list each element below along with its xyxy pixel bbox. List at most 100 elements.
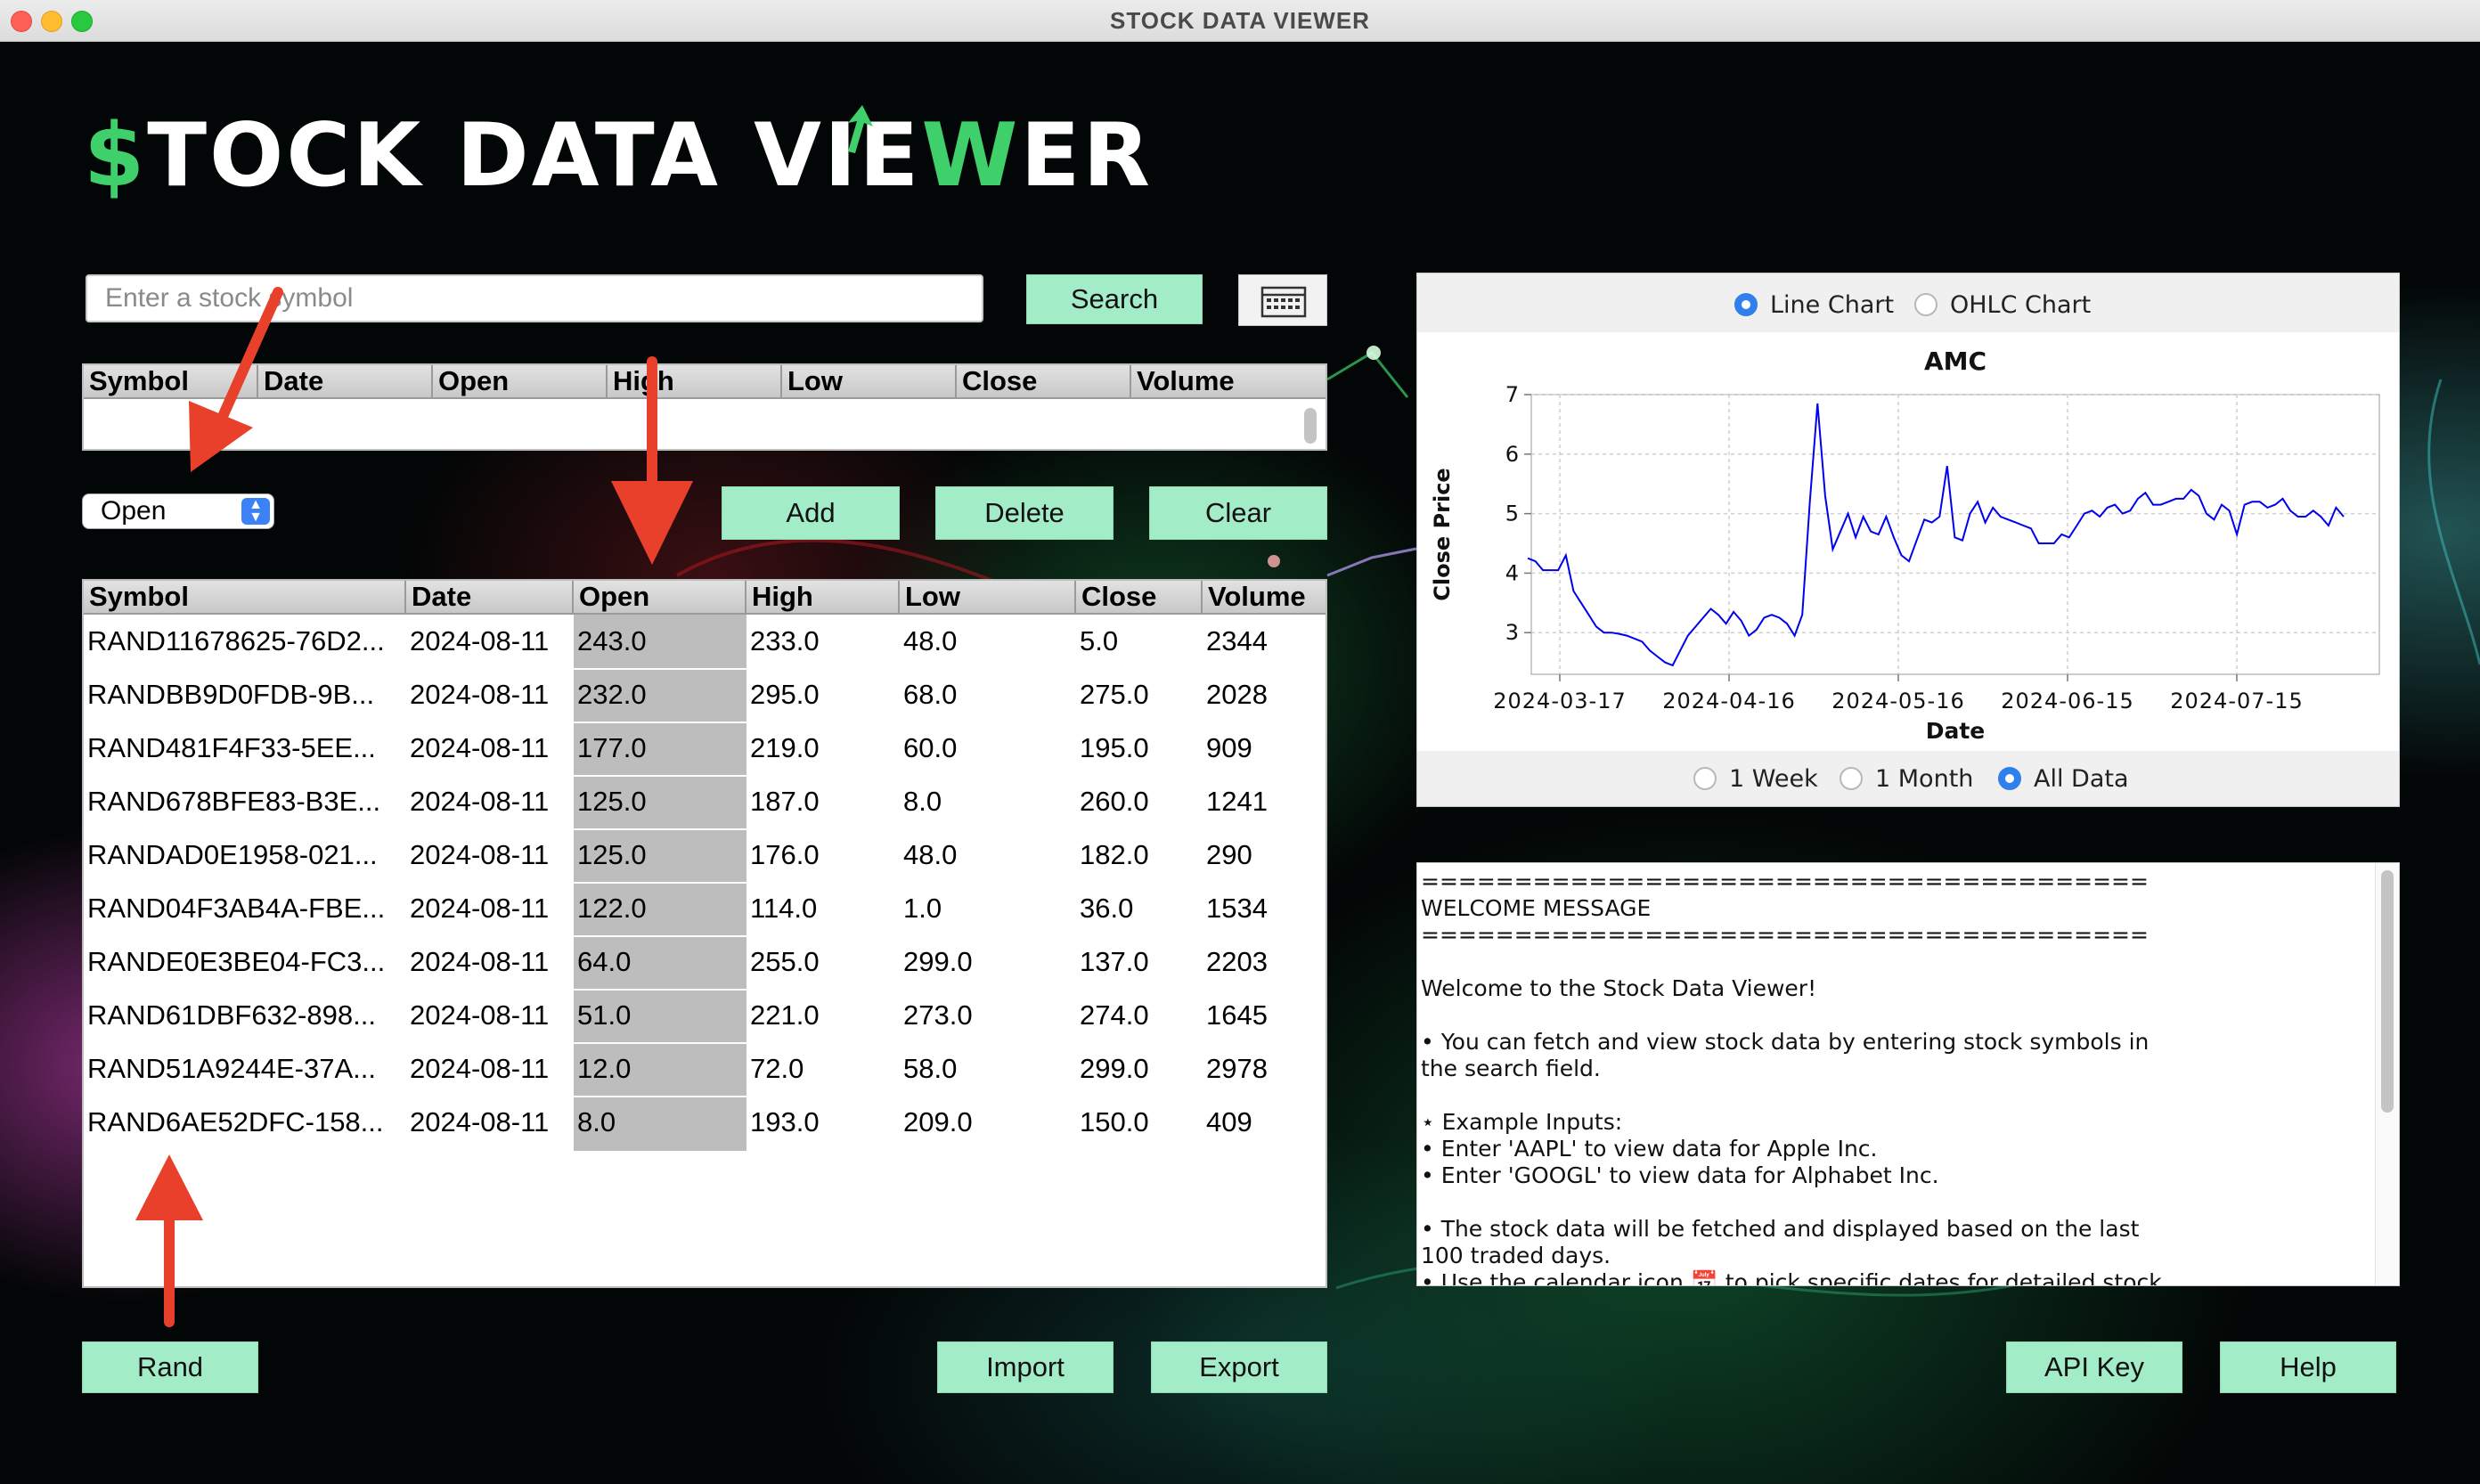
column-header-low[interactable]: Low bbox=[900, 581, 1076, 615]
help-button[interactable]: Help bbox=[2220, 1341, 2396, 1393]
table-row[interactable]: RANDBB9D0FDB-9B... 2024-08-11 232.0 295.0 68… bbox=[84, 668, 1326, 722]
cell-close: 299.0 bbox=[1080, 1053, 1149, 1084]
cell-symbol: RANDBB9D0FDB-9B... bbox=[87, 679, 375, 710]
cell-close: 5.0 bbox=[1080, 625, 1119, 656]
cell-open: 177.0 bbox=[577, 732, 647, 763]
y-tick-label: 5 bbox=[1505, 501, 1519, 526]
one-week-radio[interactable] bbox=[1693, 767, 1717, 790]
ohlc-chart-label[interactable]: OHLC Chart bbox=[1950, 291, 2091, 319]
cell-close: 137.0 bbox=[1080, 946, 1149, 977]
message-line: • You can fetch and view stock data by e… bbox=[1421, 1029, 2150, 1055]
x-tick-label: 2024-05-16 bbox=[1831, 689, 1964, 713]
column-header-high[interactable]: High bbox=[746, 581, 900, 615]
table-row[interactable]: RAND6AE52DFC-158... 2024-08-11 8.0 193.0 209… bbox=[84, 1096, 1326, 1149]
cell-volume: 1534 bbox=[1206, 893, 1268, 924]
cell-date: 2024-08-11 bbox=[410, 786, 550, 817]
column-header-open[interactable]: Open bbox=[433, 365, 608, 399]
y-tick-label: 7 bbox=[1505, 382, 1519, 407]
top-table-scrollbar[interactable] bbox=[1304, 408, 1317, 444]
cell-open: 232.0 bbox=[577, 679, 647, 710]
import-button[interactable]: Import bbox=[937, 1341, 1114, 1393]
table-row[interactable]: RAND61DBF632-898... 2024-08-11 51.0 221.0 27… bbox=[84, 989, 1326, 1042]
cell-symbol: RANDAD0E1958-021... bbox=[87, 839, 378, 870]
cell-low: 68.0 bbox=[903, 679, 958, 710]
column-header-date[interactable]: Date bbox=[406, 581, 574, 615]
cell-close: 36.0 bbox=[1080, 893, 1134, 924]
one-month-radio[interactable] bbox=[1840, 767, 1863, 790]
rand-button[interactable]: Rand bbox=[82, 1341, 258, 1393]
cell-low: 60.0 bbox=[903, 732, 958, 763]
line-chart-radio[interactable] bbox=[1734, 293, 1758, 316]
table-row[interactable]: RANDAD0E1958-021... 2024-08-11 125.0 176.0 4… bbox=[84, 828, 1326, 882]
table-row[interactable]: RANDE0E3BE04-FC3... 2024-08-11 64.0 255.0 29… bbox=[84, 935, 1326, 989]
cell-date: 2024-08-11 bbox=[410, 999, 550, 1031]
sort-column-dropdown[interactable]: Open ▲ ▼ bbox=[82, 493, 274, 529]
cell-symbol: RAND51A9244E-37A... bbox=[87, 1053, 376, 1084]
cell-close: 275.0 bbox=[1080, 679, 1149, 710]
stock-data-table[interactable]: Symbol Date Open High Low Close Volume R… bbox=[82, 579, 1327, 1288]
sort-column-selected: Open bbox=[101, 496, 167, 526]
add-button[interactable]: Add bbox=[722, 486, 900, 540]
cell-close: 182.0 bbox=[1080, 839, 1149, 870]
column-header-open[interactable]: Open bbox=[574, 581, 746, 615]
cell-volume: 2344 bbox=[1206, 625, 1268, 656]
cell-open: 243.0 bbox=[577, 625, 647, 656]
table-row[interactable]: RAND04F3AB4A-FBE... 2024-08-11 122.0 114.0 1… bbox=[84, 882, 1326, 935]
line-chart-label[interactable]: Line Chart bbox=[1770, 291, 1894, 319]
all-data-radio[interactable] bbox=[1998, 767, 2021, 790]
one-week-label[interactable]: 1 Week bbox=[1729, 765, 1818, 793]
price-chart: AMC 3 4 5 6 7 2024-03-17 2024-04-16 2024-05-16 20… bbox=[1417, 332, 2399, 751]
column-header-close[interactable]: Close bbox=[957, 365, 1131, 399]
y-axis-label: Close Price bbox=[1430, 468, 1455, 600]
message-line: • The stock data will be fetched and dis… bbox=[1421, 1216, 2140, 1242]
api-key-button[interactable]: API Key bbox=[2006, 1341, 2182, 1393]
table-row[interactable]: RAND11678625-76D2... 2024-08-11 243.0 233.0… bbox=[84, 615, 1326, 668]
message-scrollbar[interactable] bbox=[2375, 863, 2399, 1285]
message-line: WELCOME MESSAGE bbox=[1421, 895, 1652, 921]
cell-date: 2024-08-11 bbox=[410, 1106, 550, 1137]
all-data-label[interactable]: All Data bbox=[2034, 765, 2129, 793]
clear-button[interactable]: Clear bbox=[1149, 486, 1327, 540]
column-header-volume[interactable]: Volume bbox=[1203, 581, 1326, 615]
y-tick-label: 3 bbox=[1505, 620, 1519, 645]
cell-open: 8.0 bbox=[577, 1106, 616, 1137]
search-button[interactable]: Search bbox=[1026, 274, 1203, 324]
message-scrollbar-thumb[interactable] bbox=[2381, 870, 2394, 1113]
cell-symbol: RANDE0E3BE04-FC3... bbox=[87, 946, 386, 977]
ohlc-chart-radio[interactable] bbox=[1914, 293, 1938, 316]
cell-close: 150.0 bbox=[1080, 1106, 1149, 1137]
cell-high: 219.0 bbox=[750, 732, 820, 763]
cell-volume: 909 bbox=[1206, 732, 1252, 763]
welcome-message-area[interactable]: ======================================= … bbox=[1416, 862, 2400, 1286]
chevron-up-down-icon: ▲ ▼ bbox=[241, 498, 270, 525]
column-header-low[interactable]: Low bbox=[782, 365, 957, 399]
export-button[interactable]: Export bbox=[1151, 1341, 1327, 1393]
calendar-button[interactable] bbox=[1238, 274, 1327, 326]
cell-symbol: RAND11678625-76D2... bbox=[87, 625, 385, 656]
column-header-symbol[interactable]: Symbol bbox=[84, 581, 406, 615]
column-header-volume[interactable]: Volume bbox=[1131, 365, 1326, 399]
cell-low: 1.0 bbox=[903, 893, 942, 924]
one-month-label[interactable]: 1 Month bbox=[1875, 765, 1973, 793]
cell-date: 2024-08-11 bbox=[410, 1053, 550, 1084]
cell-low: 299.0 bbox=[903, 946, 973, 977]
table-row[interactable]: RAND678BFE83-B3E... 2024-08-11 125.0 187.0 8… bbox=[84, 775, 1326, 828]
cell-symbol: RAND61DBF632-898... bbox=[87, 999, 376, 1031]
cell-volume: 409 bbox=[1206, 1106, 1252, 1137]
cell-low: 8.0 bbox=[903, 786, 942, 817]
cell-low: 58.0 bbox=[903, 1053, 958, 1084]
column-header-close[interactable]: Close bbox=[1076, 581, 1203, 615]
cell-high: 233.0 bbox=[750, 625, 820, 656]
table-row[interactable]: RAND481F4F33-5EE... 2024-08-11 177.0 219.0 6… bbox=[84, 722, 1326, 775]
cell-volume: 2203 bbox=[1206, 946, 1268, 977]
cell-high: 114.0 bbox=[750, 893, 818, 924]
cell-open: 122.0 bbox=[577, 893, 647, 924]
message-line: ⋆ Example Inputs: bbox=[1421, 1109, 1623, 1135]
cell-volume: 2978 bbox=[1206, 1053, 1268, 1084]
cell-open: 125.0 bbox=[577, 839, 647, 870]
window-title: STOCK DATA VIEWER bbox=[1110, 7, 1370, 34]
cell-close: 260.0 bbox=[1080, 786, 1149, 817]
cell-symbol: RAND04F3AB4A-FBE... bbox=[87, 893, 386, 924]
table-row[interactable]: RAND51A9244E-37A... 2024-08-11 12.0 72.0 58.… bbox=[84, 1042, 1326, 1096]
delete-button[interactable]: Delete bbox=[935, 486, 1114, 540]
